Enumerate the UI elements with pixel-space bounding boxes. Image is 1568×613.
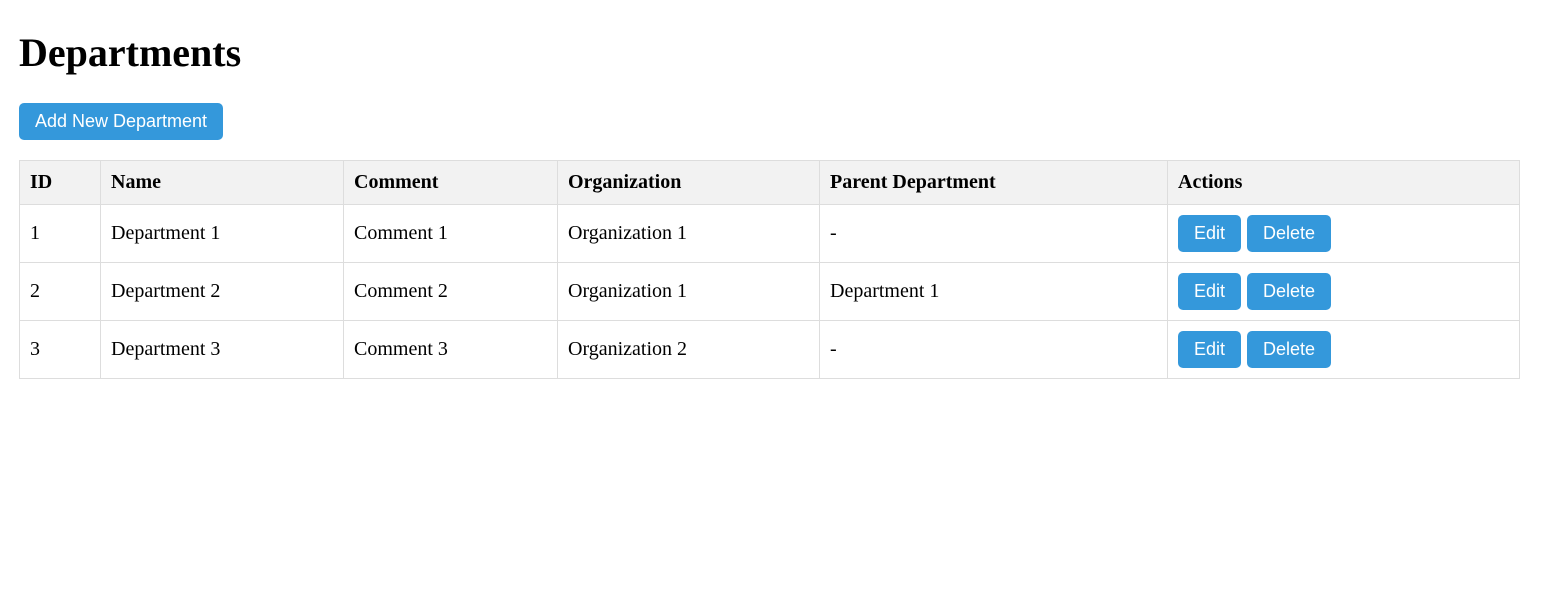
table-body: 1 Department 1 Comment 1 Organization 1 … [19,204,1520,379]
column-header-comment: Comment [343,160,558,205]
cell-organization: Organization 2 [557,320,820,379]
cell-name: Department 3 [100,320,344,379]
cell-name: Department 2 [100,262,344,321]
delete-button[interactable]: Delete [1247,331,1331,368]
column-header-parent-department: Parent Department [819,160,1168,205]
cell-parent-department: - [819,320,1168,379]
cell-comment: Comment 1 [343,204,558,263]
page-title: Departments [19,30,242,75]
cell-parent-department: Department 1 [819,262,1168,321]
add-new-department-button[interactable]: Add New Department [19,103,223,140]
column-header-actions: Actions [1167,160,1520,205]
cell-id: 3 [19,320,101,379]
edit-button[interactable]: Edit [1178,331,1241,368]
cell-name: Department 1 [100,204,344,263]
column-header-name: Name [100,160,344,205]
cell-actions: Edit Delete [1167,204,1520,263]
column-header-id: ID [19,160,101,205]
edit-button[interactable]: Edit [1178,215,1241,252]
table-row: 3 Department 3 Comment 3 Organization 2 … [19,320,1520,379]
cell-comment: Comment 3 [343,320,558,379]
departments-table: ID Name Comment Organization Parent Depa… [19,160,1520,379]
column-header-organization: Organization [557,160,820,205]
delete-button[interactable]: Delete [1247,273,1331,310]
cell-organization: Organization 1 [557,204,820,263]
table-header: ID Name Comment Organization Parent Depa… [19,160,1520,205]
header-row: ID Name Comment Organization Parent Depa… [19,160,1520,205]
edit-button[interactable]: Edit [1178,273,1241,310]
delete-button[interactable]: Delete [1247,215,1331,252]
cell-id: 1 [19,204,101,263]
cell-id: 2 [19,262,101,321]
cell-parent-department: - [819,204,1168,263]
table-row: 1 Department 1 Comment 1 Organization 1 … [19,204,1520,263]
cell-organization: Organization 1 [557,262,820,321]
table-row: 2 Department 2 Comment 2 Organization 1 … [19,262,1520,321]
cell-comment: Comment 2 [343,262,558,321]
cell-actions: Edit Delete [1167,262,1520,321]
cell-actions: Edit Delete [1167,320,1520,379]
